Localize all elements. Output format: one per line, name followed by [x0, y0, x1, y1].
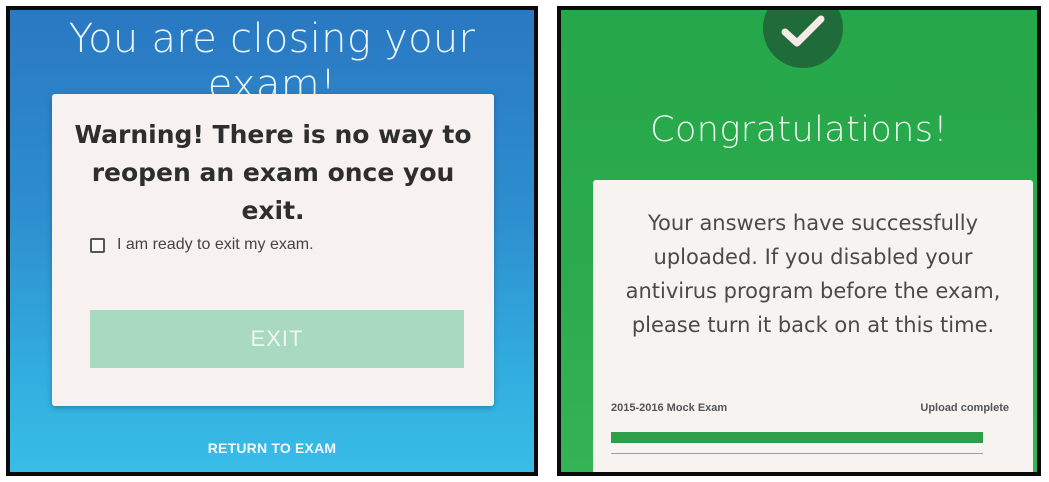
upload-status: Upload complete — [920, 402, 1009, 414]
exit-exam-screen: You are closing your exam! Warning! Ther… — [6, 6, 538, 476]
success-badge — [763, 10, 843, 68]
upload-success-message: Your answers have successfully uploaded.… — [625, 211, 1001, 337]
exam-name: 2015-2016 Mock Exam — [611, 402, 728, 414]
divider — [611, 453, 983, 454]
ready-to-exit-checkbox[interactable] — [90, 237, 105, 253]
return-to-exam-link[interactable]: RETURN TO EXAM — [10, 440, 534, 456]
check-icon — [781, 15, 825, 47]
ready-to-exit-row[interactable]: I am ready to exit my exam. — [90, 236, 314, 254]
exit-warning-dialog: Warning! There is no way to reopen an ex… — [52, 94, 494, 406]
ready-to-exit-label: I am ready to exit my exam. — [117, 236, 314, 253]
congratulations-title: Congratulations! — [650, 110, 948, 150]
upload-success-card: Your answers have successfully uploaded.… — [593, 180, 1033, 472]
upload-progress-bar — [611, 432, 983, 443]
exit-button[interactable]: EXIT — [90, 310, 464, 368]
upload-progress-fill — [611, 432, 983, 443]
upload-status-row: 2015-2016 Mock Exam Upload complete — [611, 402, 1009, 414]
upload-success-screen: Congratulations! Your answers have succe… — [557, 6, 1041, 476]
warning-heading: Warning! There is no way to reopen an ex… — [74, 120, 472, 225]
